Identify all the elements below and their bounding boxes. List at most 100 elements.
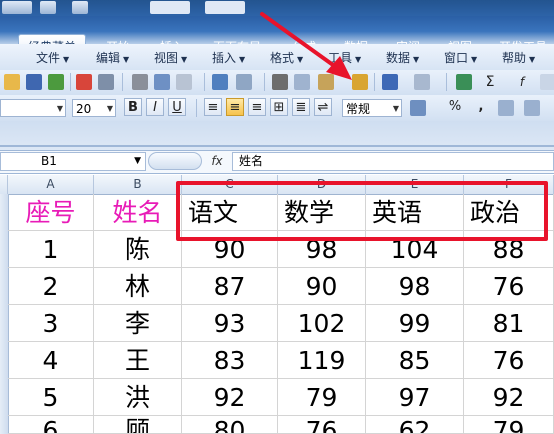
open-folder-icon[interactable] xyxy=(4,74,20,90)
align-right-button[interactable]: ≡ xyxy=(248,98,266,116)
table-cell[interactable]: 97 xyxy=(366,379,464,416)
chevron-down-icon: ▼ xyxy=(123,55,130,64)
menu-tools[interactable]: 工具 ▼ xyxy=(328,49,361,66)
menu-data[interactable]: 数据 ▼ xyxy=(386,49,419,66)
copy-icon[interactable] xyxy=(294,74,310,90)
print-icon[interactable] xyxy=(132,74,148,90)
function-icon[interactable]: f xyxy=(514,74,530,90)
table-cell[interactable]: 80 xyxy=(182,416,278,434)
table-cell[interactable]: 79 xyxy=(464,416,554,434)
format-painter-icon[interactable] xyxy=(352,74,368,90)
bold-button[interactable]: B xyxy=(124,98,142,116)
number-format-value: 常规 xyxy=(346,102,371,116)
spelling-icon[interactable] xyxy=(212,74,228,90)
align-center-button[interactable]: ≡ xyxy=(226,98,244,116)
table-cell[interactable]: 79 xyxy=(278,379,366,416)
align-left-button[interactable]: ≡ xyxy=(204,98,222,116)
name-box-splitter[interactable] xyxy=(148,152,202,170)
office-button[interactable] xyxy=(2,1,32,14)
redo-icon[interactable] xyxy=(72,1,88,14)
table-cell[interactable]: 85 xyxy=(366,342,464,379)
save-icon[interactable] xyxy=(26,74,42,90)
menu-help[interactable]: 帮助 ▼ xyxy=(502,49,535,66)
font-size-combo[interactable]: 20 ▼ xyxy=(72,99,116,117)
merge-center-button[interactable]: ⊞ xyxy=(270,98,288,116)
cut-icon[interactable] xyxy=(272,74,288,90)
table-cell[interactable]: 林 xyxy=(94,268,182,305)
table-cell[interactable]: 92 xyxy=(464,379,554,416)
paper-icon[interactable] xyxy=(176,74,192,90)
table-cell[interactable]: 4 xyxy=(8,342,94,379)
table-cell[interactable]: 76 xyxy=(464,268,554,305)
table-cell[interactable]: 陈 xyxy=(94,231,182,268)
table-cell[interactable]: 1 xyxy=(8,231,94,268)
column-header-a[interactable]: A xyxy=(8,175,94,194)
sort-icon[interactable] xyxy=(540,74,554,90)
decrease-decimal-icon[interactable] xyxy=(524,100,540,116)
menu-insert[interactable]: 插入 ▼ xyxy=(212,49,245,66)
table-cell[interactable]: 62 xyxy=(366,416,464,434)
italic-button[interactable]: I xyxy=(146,98,164,116)
undo-icon[interactable] xyxy=(382,74,398,90)
research-icon[interactable] xyxy=(236,74,252,90)
comma-button[interactable]: , xyxy=(472,98,490,116)
table-cell[interactable]: 6 xyxy=(8,416,94,434)
permission-icon[interactable] xyxy=(48,74,64,90)
menu-edit[interactable]: 编辑 ▼ xyxy=(96,49,129,66)
table-cell[interactable]: 81 xyxy=(464,305,554,342)
chevron-down-icon: ▼ xyxy=(392,104,399,113)
wrap-button[interactable]: ⇌ xyxy=(314,98,332,116)
table-cell[interactable]: 76 xyxy=(464,342,554,379)
header-cell-seat[interactable]: 座号 xyxy=(8,194,94,231)
toolbar-separator xyxy=(204,73,205,91)
redo-icon[interactable] xyxy=(414,74,430,90)
table-cell[interactable]: 87 xyxy=(182,268,278,305)
formatting-toolbar: ▼ 20 ▼ B I U ≡ ≡ ≡ ⊞ ≣ ⇌ 常规 ▼ % , xyxy=(0,95,554,122)
menu-format[interactable]: 格式 ▼ xyxy=(270,49,303,66)
table-cell[interactable]: 5 xyxy=(8,379,94,416)
increase-decimal-icon[interactable] xyxy=(498,100,514,116)
formula-input[interactable]: 姓名 xyxy=(232,152,554,171)
print-preview-icon[interactable] xyxy=(98,74,114,90)
column-header-b[interactable]: B xyxy=(94,175,182,194)
table-cell[interactable]: 顾 xyxy=(94,416,182,434)
menu-bar: 文件 ▼ 编辑 ▼ 视图 ▼ 插入 ▼ 格式 ▼ 工具 ▼ 数据 ▼ 窗口 ▼ 帮助 ▼ xyxy=(0,44,554,71)
chevron-down-icon: ▼ xyxy=(134,156,141,166)
table-cell[interactable]: 王 xyxy=(94,342,182,379)
hyperlink-icon[interactable] xyxy=(456,74,472,90)
header-cell-name[interactable]: 姓名 xyxy=(94,194,182,231)
table-cell[interactable]: 98 xyxy=(366,268,464,305)
table-cell[interactable]: 76 xyxy=(278,416,366,434)
paste-icon[interactable] xyxy=(318,74,334,90)
menu-window[interactable]: 窗口 ▼ xyxy=(444,49,477,66)
table-cell[interactable]: 2 xyxy=(8,268,94,305)
table-cell[interactable]: 洪 xyxy=(94,379,182,416)
number-format-combo[interactable]: 常规 ▼ xyxy=(342,99,402,117)
insert-function-button[interactable]: fx xyxy=(204,152,230,171)
select-all-corner[interactable] xyxy=(0,175,8,194)
underline-button[interactable]: U xyxy=(168,98,186,116)
table-cell[interactable]: 93 xyxy=(182,305,278,342)
table-cell[interactable]: 102 xyxy=(278,305,366,342)
currency-icon[interactable] xyxy=(410,100,426,116)
preview-icon[interactable] xyxy=(154,74,170,90)
name-box[interactable]: B1 ▼ xyxy=(0,152,146,171)
percent-button[interactable]: % xyxy=(446,98,464,116)
table-cell[interactable]: 119 xyxy=(278,342,366,379)
table-cell[interactable]: 李 xyxy=(94,305,182,342)
toolbar-separator xyxy=(70,73,71,91)
undo-icon[interactable] xyxy=(40,1,56,14)
table-cell[interactable]: 99 xyxy=(366,305,464,342)
menu-view[interactable]: 视图 ▼ xyxy=(154,49,187,66)
font-name-combo[interactable]: ▼ xyxy=(0,99,66,117)
table-cell[interactable]: 83 xyxy=(182,342,278,379)
table-cell[interactable]: 90 xyxy=(278,268,366,305)
chevron-down-icon: ▼ xyxy=(239,55,246,64)
menu-file[interactable]: 文件 ▼ xyxy=(36,49,69,66)
autosum-icon[interactable]: Σ xyxy=(482,74,498,90)
email-icon[interactable] xyxy=(76,74,92,90)
justify-button[interactable]: ≣ xyxy=(292,98,310,116)
table-cell[interactable]: 3 xyxy=(8,305,94,342)
menu-label: 文件 xyxy=(36,51,61,65)
table-cell[interactable]: 92 xyxy=(182,379,278,416)
